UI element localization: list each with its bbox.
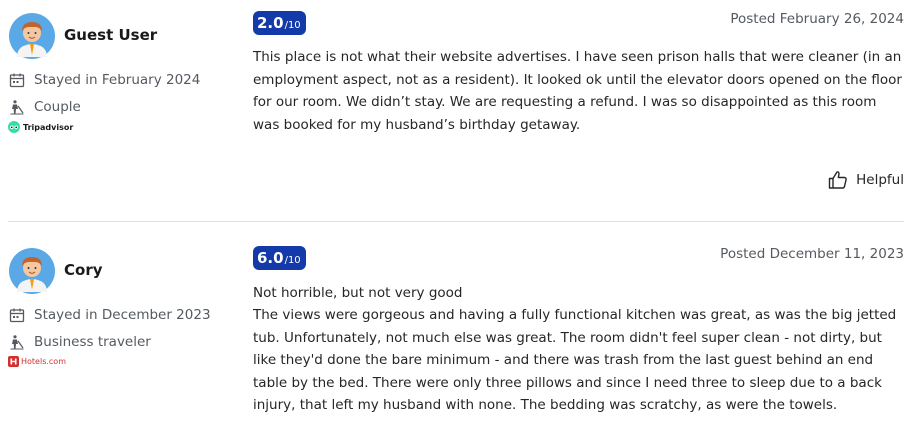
calendar-icon (9, 73, 25, 88)
hotels-icon (8, 356, 19, 367)
traveler-icon (10, 100, 24, 115)
calendar-icon (9, 308, 25, 323)
source-name: Hotels.com (21, 357, 66, 366)
tripadvisor-icon (8, 121, 20, 133)
review-title: Not horrible, but not very good (253, 285, 463, 301)
traveler-type-row: Couple (9, 99, 81, 115)
avatar-icon (9, 13, 55, 59)
source-name: Tripadvisor (23, 122, 74, 132)
score-value: 2.0 (257, 14, 284, 32)
score-max: /10 (284, 255, 301, 266)
source-logo: Tripadvisor (8, 121, 73, 133)
traveler-icon (10, 335, 24, 350)
review-card: Guest User Stayed in February 2024 Coupl… (0, 0, 912, 221)
stay-date: Stayed in December 2023 (34, 307, 211, 323)
review-divider (8, 221, 904, 222)
helpful-button[interactable]: Helpful (828, 170, 904, 190)
score-badge: 2.0 /10 (253, 11, 306, 35)
traveler-type: Business traveler (34, 334, 151, 350)
review-card: Cory Stayed in December 2023 Business tr… (0, 235, 912, 435)
posted-date: Posted February 26, 2024 (730, 11, 904, 27)
score-badge: 6.0 /10 (253, 246, 306, 270)
stay-date-row: Stayed in February 2024 (9, 72, 200, 88)
review-body: This place is not what their website adv… (253, 49, 902, 133)
traveler-type-row: Business traveler (9, 334, 151, 350)
stay-date-row: Stayed in December 2023 (9, 307, 211, 323)
thumbs-up-icon (828, 171, 847, 189)
review-body: The views were gorgeous and having a ful… (253, 307, 897, 413)
posted-date: Posted December 11, 2023 (720, 246, 904, 262)
score-value: 6.0 (257, 249, 284, 267)
helpful-label[interactable]: Helpful (856, 172, 904, 188)
traveler-type: Couple (34, 99, 81, 115)
stay-date: Stayed in February 2024 (34, 72, 201, 88)
reviewer-name: Guest User (64, 26, 158, 44)
avatar-icon (9, 248, 55, 294)
source-logo: Hotels.com (8, 356, 66, 367)
score-max: /10 (284, 20, 301, 31)
reviewer-name: Cory (64, 261, 103, 279)
